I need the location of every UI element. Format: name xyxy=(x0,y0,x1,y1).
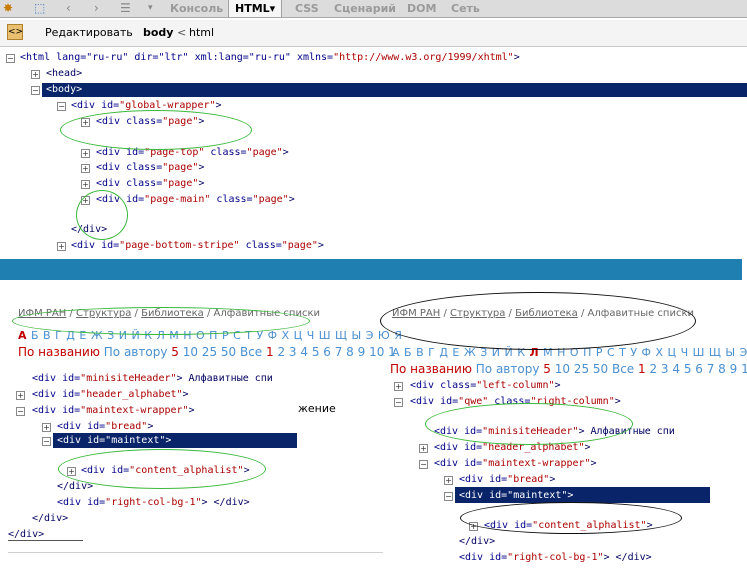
sort-row: По названию По автору 5 10 25 50 Все 1 2… xyxy=(390,362,747,376)
collapse-toggle-icon[interactable]: − xyxy=(42,437,51,446)
green-highlight-ellipse xyxy=(58,449,266,489)
firebug-toolbar: ✸ ⬚ ‹ › ☰ ▾ Консоль HTML▾ CSS Сценарий D… xyxy=(0,0,747,18)
collapse-toggle-icon[interactable]: − xyxy=(31,86,40,95)
tree-line-maintext-wrapper[interactable]: <div id="maintext-wrapper"> xyxy=(32,405,195,417)
tree-line-bread[interactable]: <div id="bread"> xyxy=(459,474,555,486)
crumb-separator: < xyxy=(177,26,187,39)
tree-line-close-div[interactable]: </div> xyxy=(32,513,68,525)
green-highlight-ellipse xyxy=(60,110,252,150)
tree-line-head[interactable]: <head> xyxy=(46,68,82,80)
sort-by-title[interactable]: По названию xyxy=(390,362,472,376)
tree-line-body[interactable]: <body> xyxy=(46,84,82,96)
tab-html-arrow-icon: ▾ xyxy=(269,2,276,15)
tree-line-close-div[interactable]: </div> xyxy=(459,536,495,548)
page-size-active[interactable]: 5 xyxy=(171,345,179,359)
collapse-toggle-icon[interactable]: − xyxy=(16,407,25,416)
tree-selection-highlight xyxy=(42,83,747,97)
page-links[interactable]: 2 3 4 5 6 7 8 9 10 1 xyxy=(277,345,395,359)
tree-line-maintext[interactable]: <div id="maintext"> xyxy=(459,490,573,502)
html-breadcrumb-bar: <> Редактировать body < html xyxy=(0,20,747,47)
green-highlight-ellipse xyxy=(76,190,128,240)
overlay-page-text: жение xyxy=(298,402,336,415)
tree-line-maintext[interactable]: <div id="maintext"> xyxy=(57,435,171,447)
page-size-options[interactable]: 10 25 50 Все xyxy=(555,362,634,376)
page-active[interactable]: 1 xyxy=(266,345,274,359)
panel-divider xyxy=(8,540,83,541)
expand-toggle-icon[interactable]: + xyxy=(57,242,66,251)
expand-toggle-icon[interactable]: + xyxy=(81,180,90,189)
black-highlight-ellipse xyxy=(380,292,696,350)
black-highlight-ellipse xyxy=(460,502,682,534)
tree-line-right-col-bg[interactable]: <div id="right-col-bg-1"> </div> xyxy=(459,552,652,564)
collapse-toggle-icon[interactable]: − xyxy=(444,492,453,501)
firebug-icon[interactable]: ✸ xyxy=(3,1,13,15)
tree-line-header-alphabet[interactable]: <div id="header_alphabet"> xyxy=(32,389,189,401)
sort-row: По названию По автору 5 10 25 50 Все 1 2… xyxy=(18,345,396,359)
expand-toggle-icon[interactable]: + xyxy=(419,444,428,453)
expand-toggle-icon[interactable]: + xyxy=(31,70,40,79)
tab-dom[interactable]: DOM xyxy=(407,0,436,17)
expand-toggle-icon[interactable]: + xyxy=(444,476,453,485)
collapse-toggle-icon[interactable]: − xyxy=(394,398,403,407)
forward-arrow-icon[interactable]: › xyxy=(94,1,99,15)
crumb-body[interactable]: body xyxy=(143,26,173,39)
tree-line-minisiteheader[interactable]: <div id="minisiteHeader"> Алфавитные спи xyxy=(32,373,273,385)
tree-line-maintext-wrapper[interactable]: <div id="maintext-wrapper"> xyxy=(434,458,597,470)
menu-icon[interactable]: ☰ xyxy=(120,1,131,15)
tree-line-html[interactable]: <html lang="ru-ru" dir="ltr" xml:lang="r… xyxy=(20,52,520,64)
collapse-toggle-icon[interactable]: − xyxy=(57,102,66,111)
tree-line-page[interactable]: <div class="page"> xyxy=(96,178,204,190)
crumb-html[interactable]: html xyxy=(189,26,214,39)
edit-button[interactable]: Редактировать xyxy=(45,26,133,39)
alphabet-active-letter[interactable]: А xyxy=(18,329,27,342)
page-active[interactable]: 1 xyxy=(638,362,646,376)
tab-net[interactable]: Сеть xyxy=(451,0,480,17)
tab-script[interactable]: Сценарий xyxy=(334,0,396,17)
expand-toggle-icon[interactable]: + xyxy=(394,382,403,391)
collapse-toggle-icon[interactable]: − xyxy=(419,460,428,469)
sort-by-author[interactable]: По автору xyxy=(104,345,168,359)
collapse-toggle-icon[interactable]: − xyxy=(6,54,15,63)
tree-line-page-bottom-stripe[interactable]: <div id="page-bottom-stripe" class="page… xyxy=(71,240,324,252)
page-size-active[interactable]: 5 xyxy=(543,362,551,376)
banner-gap xyxy=(0,254,747,259)
tab-html[interactable]: HTML▾ xyxy=(228,0,283,17)
green-highlight-ellipse xyxy=(425,403,633,445)
sort-by-author[interactable]: По автору xyxy=(476,362,540,376)
inspect-icon[interactable]: ⬚ xyxy=(34,1,45,15)
expand-toggle-icon[interactable]: + xyxy=(81,149,90,158)
sort-by-title[interactable]: По названию xyxy=(18,345,100,359)
page-size-options[interactable]: 10 25 50 Все xyxy=(183,345,262,359)
panel-divider xyxy=(8,552,383,553)
tab-html-label: HTML xyxy=(235,2,270,15)
tab-console[interactable]: Консоль xyxy=(170,0,223,17)
code-icon[interactable]: <> xyxy=(7,24,23,40)
dropdown-arrow-icon[interactable]: ▾ xyxy=(148,1,153,15)
page-links[interactable]: 2 3 4 5 6 7 8 9 10 xyxy=(649,362,747,376)
tree-line-left-column[interactable]: <div class="left-column"> xyxy=(410,380,561,392)
back-arrow-icon[interactable]: ‹ xyxy=(66,1,71,15)
tab-css[interactable]: CSS xyxy=(295,0,319,17)
site-banner-strip xyxy=(0,258,742,280)
expand-toggle-icon[interactable]: + xyxy=(16,391,25,400)
expand-toggle-icon[interactable]: + xyxy=(81,164,90,173)
green-highlight-ellipse xyxy=(12,307,310,335)
tree-line-right-col-bg[interactable]: <div id="right-col-bg-1"> </div> xyxy=(57,497,250,509)
expand-toggle-icon[interactable]: + xyxy=(42,423,51,432)
tree-line-page[interactable]: <div class="page"> xyxy=(96,162,204,174)
tree-line-bread[interactable]: <div id="bread"> xyxy=(57,421,153,433)
